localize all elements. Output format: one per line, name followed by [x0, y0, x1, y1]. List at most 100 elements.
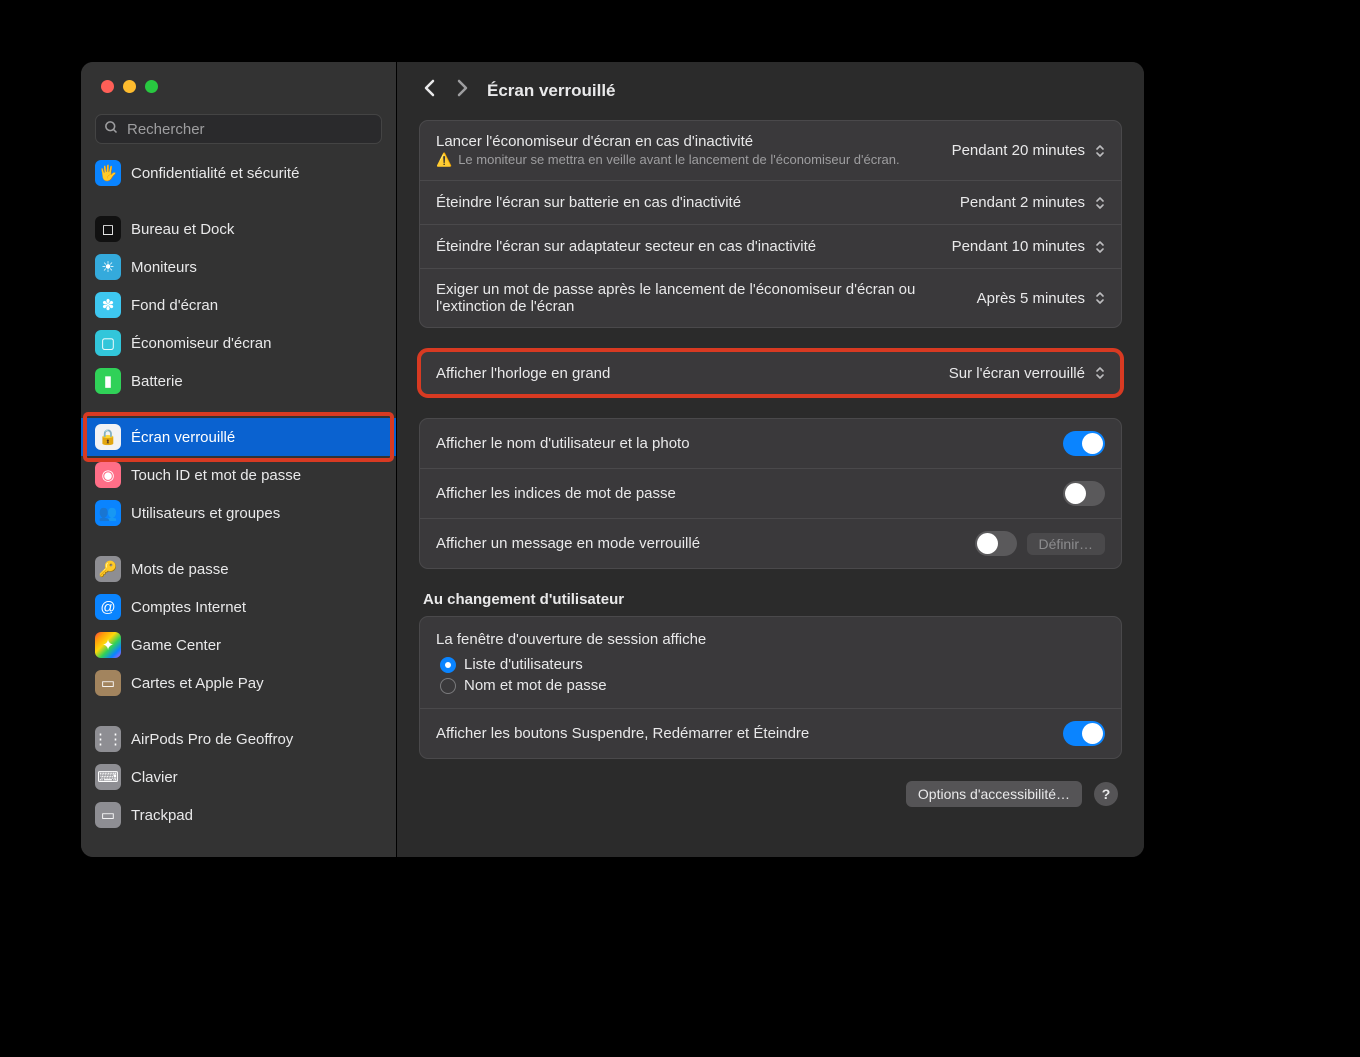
- sidebar-item[interactable]: 👥 Utilisateurs et groupes: [81, 494, 396, 532]
- accessibility-options-button[interactable]: Options d'accessibilité…: [906, 781, 1082, 807]
- sidebar-item-label: Mots de passe: [131, 561, 229, 578]
- sidebar-item-icon: ◻: [95, 216, 121, 242]
- sidebar-item-icon: ▮: [95, 368, 121, 394]
- setting-title: Exiger un mot de passe après le lancemen…: [436, 281, 961, 315]
- sidebar-item-label: Clavier: [131, 769, 178, 786]
- setting-row: Afficher les indices de mot de passe: [420, 468, 1121, 518]
- sidebar-item[interactable]: ◉Touch ID et mot de passe: [81, 456, 396, 494]
- setting-row: Afficher un message en mode verrouillé Dé…: [420, 518, 1121, 568]
- large-clock-panel: Afficher l'horloge en grand Sur l'écran v…: [419, 350, 1122, 396]
- sidebar-item[interactable]: @Comptes Internet: [81, 588, 396, 626]
- sidebar-item[interactable]: ▭Trackpad: [81, 796, 396, 834]
- sidebar-item-icon: ✽: [95, 292, 121, 318]
- setting-row: Afficher les boutons Suspendre, Redémarr…: [420, 708, 1121, 758]
- toggle-switch[interactable]: [1063, 481, 1105, 506]
- display-options-panel: Afficher le nom d'utilisateur et la phot…: [419, 418, 1122, 569]
- sidebar-item[interactable]: ✽ Fond d'écran: [81, 286, 396, 324]
- sidebar-item[interactable]: ◻ Bureau et Dock: [81, 210, 396, 248]
- chevron-updown-icon: [1095, 144, 1105, 158]
- popup-button[interactable]: Après 5 minutes: [977, 290, 1105, 307]
- popup-button[interactable]: Pendant 2 minutes: [960, 194, 1105, 211]
- sidebar-item-icon: ▢: [95, 330, 121, 356]
- close-window-button[interactable]: [101, 80, 114, 93]
- sidebar-item-label: Économiseur d'écran: [131, 335, 271, 352]
- radio-option[interactable]: Nom et mot de passe: [436, 675, 1105, 696]
- toggle-switch[interactable]: [1063, 721, 1105, 746]
- setting-row: Éteindre l'écran sur batterie en cas d'i…: [420, 180, 1121, 224]
- sidebar-item[interactable]: ☀ Moniteurs: [81, 248, 396, 286]
- sidebar-item-label: Bureau et Dock: [131, 221, 234, 238]
- sidebar-item[interactable]: ▢ Économiseur d'écran: [81, 324, 396, 362]
- sidebar-item-icon: ⌨: [95, 764, 121, 790]
- sidebar-item-label: Utilisateurs et groupes: [131, 505, 280, 522]
- sidebar-item-icon: ◉: [95, 462, 121, 488]
- radio-group-title: La fenêtre d'ouverture de session affich…: [436, 631, 1105, 648]
- sidebar-item-label: Fond d'écran: [131, 297, 218, 314]
- radio-option[interactable]: Liste d'utilisateurs: [436, 654, 1105, 675]
- setting-title: Afficher les boutons Suspendre, Redémarr…: [436, 725, 1047, 742]
- sidebar-item[interactable]: 🔑 Mots de passe: [81, 550, 396, 588]
- large-clock-row: Afficher l'horloge en grand Sur l'écran v…: [420, 351, 1121, 395]
- toggle-switch[interactable]: [975, 531, 1017, 556]
- chevron-updown-icon: [1095, 196, 1105, 210]
- sidebar-item-icon: @: [95, 594, 121, 620]
- settings-window: 🖐 Confidentialité et sécurité ◻ Bureau et D…: [81, 62, 1144, 857]
- login-window-radio-group: La fenêtre d'ouverture de session affich…: [420, 617, 1121, 708]
- window-controls: [81, 62, 396, 102]
- setting-title: Lancer l'économiseur d'écran en cas d'in…: [436, 133, 936, 150]
- sidebar-item-label: Moniteurs: [131, 259, 197, 276]
- define-button: Définir…: [1027, 533, 1105, 555]
- radio-label: Nom et mot de passe: [464, 677, 607, 694]
- setting-title: Éteindre l'écran sur batterie en cas d'i…: [436, 194, 944, 211]
- content-scroll[interactable]: Lancer l'économiseur d'écran en cas d'in…: [397, 120, 1144, 829]
- sidebar-item-icon: 🔑: [95, 556, 121, 582]
- minimize-window-button[interactable]: [123, 80, 136, 93]
- sidebar-item[interactable]: ✦Game Center: [81, 626, 396, 664]
- sidebar-item-icon: 👥: [95, 500, 121, 526]
- screensaver-panel: Lancer l'économiseur d'écran en cas d'in…: [419, 120, 1122, 328]
- setting-title: Afficher un message en mode verrouillé: [436, 535, 959, 552]
- setting-title: Afficher l'horloge en grand: [436, 365, 933, 382]
- help-button[interactable]: ?: [1094, 782, 1118, 806]
- popup-button[interactable]: Sur l'écran verrouillé: [949, 365, 1105, 382]
- sidebar-item-icon: ☀: [95, 254, 121, 280]
- search-field[interactable]: [95, 114, 382, 144]
- sidebar-item-icon: ▭: [95, 802, 121, 828]
- zoom-window-button[interactable]: [145, 80, 158, 93]
- user-switch-heading: Au changement d'utilisateur: [423, 591, 1118, 608]
- radio-label: Liste d'utilisateurs: [464, 656, 583, 673]
- topbar: Écran verrouillé: [397, 62, 1144, 120]
- sidebar-item[interactable]: 🔒Écran verrouillé: [81, 418, 396, 456]
- chevron-updown-icon: [1095, 240, 1105, 254]
- popup-button[interactable]: Pendant 20 minutes: [952, 142, 1105, 159]
- sidebar-item-label: Cartes et Apple Pay: [131, 675, 264, 692]
- footer: Options d'accessibilité… ?: [419, 781, 1122, 807]
- setting-sub: ⚠️Le moniteur se mettra en veille avant …: [436, 152, 916, 168]
- sidebar-list: 🖐 Confidentialité et sécurité ◻ Bureau et D…: [81, 150, 396, 842]
- toggle-switch[interactable]: [1063, 431, 1105, 456]
- nav-forward-button[interactable]: [453, 79, 473, 103]
- sidebar-item[interactable]: 🖐 Confidentialité et sécurité: [81, 154, 396, 192]
- sidebar-item-label: AirPods Pro de Geoffroy: [131, 731, 293, 748]
- sidebar-item-icon: ✦: [95, 632, 121, 658]
- sidebar-item[interactable]: ⌨ Clavier: [81, 758, 396, 796]
- setting-title: Afficher les indices de mot de passe: [436, 485, 1047, 502]
- user-switch-panel: La fenêtre d'ouverture de session affich…: [419, 616, 1122, 759]
- search-input[interactable]: [125, 120, 373, 139]
- sidebar: 🖐 Confidentialité et sécurité ◻ Bureau et D…: [81, 62, 397, 857]
- popup-button[interactable]: Pendant 10 minutes: [952, 238, 1105, 255]
- sidebar-item[interactable]: ▮ Batterie: [81, 362, 396, 400]
- sidebar-item-label: Confidentialité et sécurité: [131, 165, 299, 182]
- setting-title: Éteindre l'écran sur adaptateur secteur …: [436, 238, 936, 255]
- setting-title: Afficher le nom d'utilisateur et la phot…: [436, 435, 1047, 452]
- highlight-box: [83, 412, 394, 462]
- sidebar-item-icon: 🔒: [95, 424, 121, 450]
- radio-bullet: [440, 657, 456, 673]
- sidebar-item-icon: 🖐: [95, 160, 121, 186]
- nav-back-button[interactable]: [419, 79, 439, 103]
- chevron-updown-icon: [1095, 366, 1105, 380]
- sidebar-item-label: Batterie: [131, 373, 183, 390]
- sidebar-item[interactable]: ⋮⋮AirPods Pro de Geoffroy: [81, 720, 396, 758]
- sidebar-item-icon: ▭: [95, 670, 121, 696]
- sidebar-item[interactable]: ▭ Cartes et Apple Pay: [81, 664, 396, 702]
